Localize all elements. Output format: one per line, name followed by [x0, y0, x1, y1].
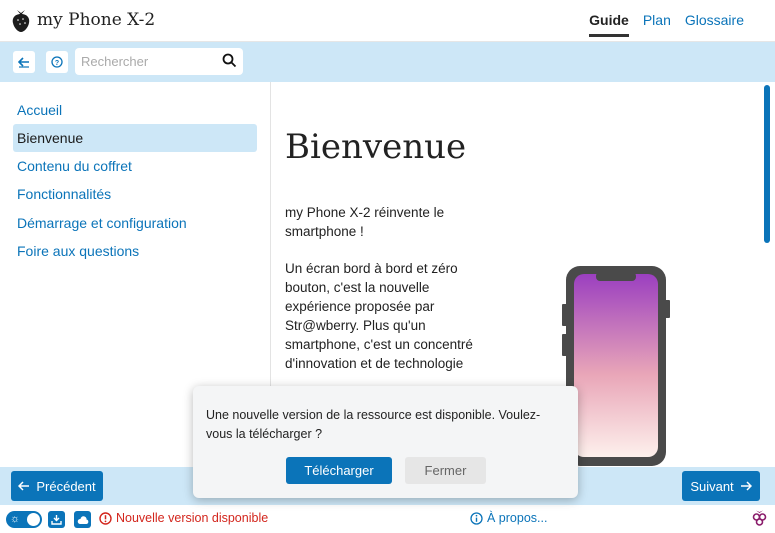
previous-button[interactable]: Précédent [11, 471, 103, 501]
phone-illustration [562, 266, 670, 466]
help-button[interactable]: ? [46, 51, 68, 73]
close-dialog-button[interactable]: Fermer [405, 457, 486, 484]
about-link[interactable]: À propos... [470, 511, 547, 525]
cloud-icon [77, 515, 88, 524]
update-alert-text: Nouvelle version disponible [116, 511, 269, 525]
strawberry-logo-icon [12, 10, 30, 32]
next-button-label: Suivant [690, 478, 734, 494]
scroll-thumb[interactable] [764, 85, 770, 243]
arrow-back-icon [18, 57, 29, 68]
toggle-knob [27, 513, 40, 526]
strawberry-small-icon[interactable] [752, 510, 767, 526]
alert-circle-icon [99, 511, 112, 525]
back-button[interactable] [13, 51, 35, 73]
sidebar-item-faq[interactable]: Foire aux questions [13, 237, 257, 265]
nav-tab-guide[interactable]: Guide [589, 12, 629, 37]
sidebar-item-fonctionnalites[interactable]: Fonctionnalités [13, 180, 257, 208]
sidebar-item-demarrage[interactable]: Démarrage et configuration [13, 209, 257, 237]
search-box [75, 48, 243, 75]
download-icon [51, 515, 62, 525]
app-header: my Phone X-2 Guide Plan Glossaire [0, 0, 775, 42]
status-bar: ☼ Nouvelle version disponible À propos..… [0, 505, 775, 533]
cloud-button[interactable] [74, 511, 91, 528]
header-nav: Guide Plan Glossaire [589, 12, 744, 37]
info-icon [470, 511, 483, 525]
svg-text:?: ? [55, 60, 59, 67]
app-title: my Phone X-2 [37, 10, 156, 30]
search-icon[interactable] [222, 53, 237, 68]
intro-paragraph: my Phone X-2 réinvente le smartphone ! [285, 205, 445, 239]
page-title: Bienvenue [285, 127, 467, 167]
download-button[interactable] [48, 511, 65, 528]
download-update-button[interactable]: Télécharger [286, 457, 392, 484]
sidebar-item-accueil[interactable]: Accueil [13, 96, 257, 124]
search-input[interactable] [81, 52, 219, 71]
nav-tab-glossaire[interactable]: Glossaire [685, 12, 744, 37]
nav-tab-plan[interactable]: Plan [643, 12, 671, 37]
sidebar-item-bienvenue[interactable]: Bienvenue [13, 124, 257, 152]
sun-icon: ☼ [10, 513, 21, 525]
body-paragraph: Un écran bord à bord et zéro bouton, c'e… [285, 261, 473, 371]
previous-button-label: Précédent [36, 478, 96, 494]
content-scrollbar[interactable] [760, 82, 775, 467]
sidebar-item-contenu-du-coffret[interactable]: Contenu du coffret [13, 152, 257, 180]
dialog-message: Une nouvelle version de la ressource est… [206, 408, 541, 441]
next-button[interactable]: Suivant [682, 471, 760, 501]
arrow-left-icon [18, 481, 30, 491]
update-alert[interactable]: Nouvelle version disponible [99, 511, 268, 525]
about-link-text: À propos... [487, 511, 548, 525]
help-circle-icon: ? [51, 56, 63, 68]
arrow-right-icon [740, 481, 752, 491]
update-dialog: Une nouvelle version de la ressource est… [193, 386, 578, 498]
toolbar: ? [0, 42, 775, 82]
theme-toggle[interactable]: ☼ [6, 511, 42, 528]
